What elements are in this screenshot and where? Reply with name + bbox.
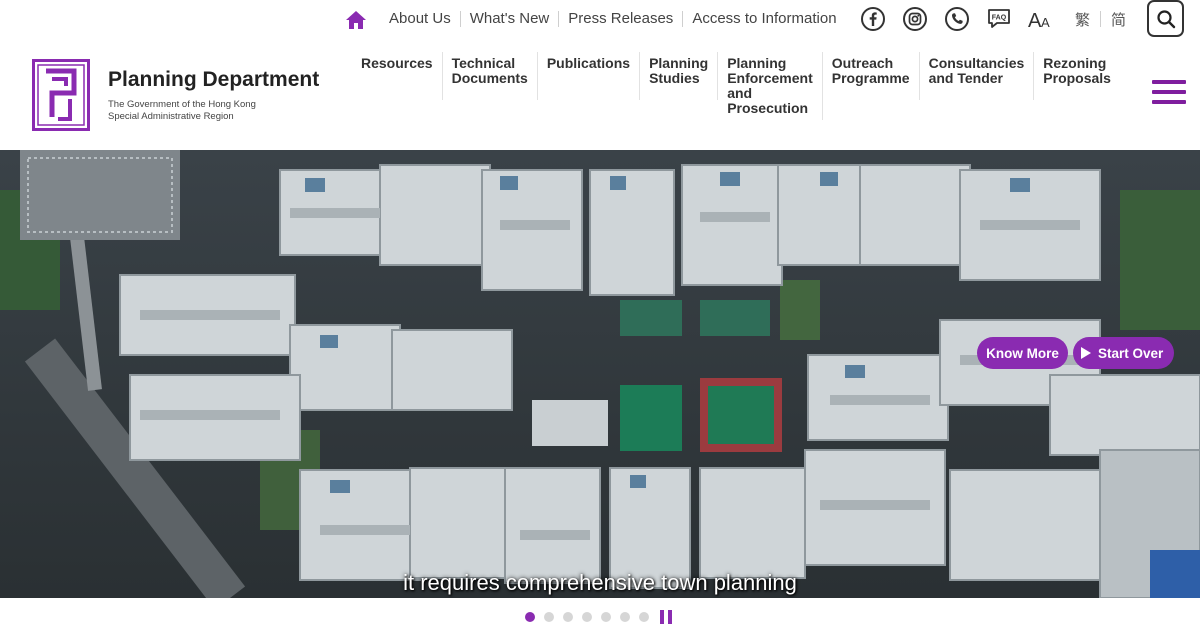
start-over-label: Start Over	[1098, 345, 1164, 361]
nav-label: Technical	[451, 55, 516, 71]
nav-label: Studies	[649, 70, 700, 86]
nav-planning-studies[interactable]: Planning Studies	[640, 52, 719, 100]
carousel-dots	[525, 612, 658, 622]
carousel-dot[interactable]	[563, 612, 573, 622]
search-button[interactable]	[1147, 0, 1184, 37]
pause-bar	[668, 610, 672, 624]
main-navigation: Resources Technical Documents Publicatio…	[352, 52, 1120, 120]
department-title[interactable]: Planning Department	[108, 68, 319, 92]
nav-technical-documents[interactable]: Technical Documents	[443, 52, 538, 100]
utility-links: About Us What's New Press Releases Acces…	[380, 0, 846, 38]
nav-label: Programme	[831, 70, 910, 86]
instagram-icon[interactable]	[897, 1, 933, 37]
nav-label: Publications	[546, 55, 631, 71]
phone-icon[interactable]	[939, 1, 975, 37]
know-more-button[interactable]: Know More	[977, 337, 1068, 369]
hamburger-bar	[1152, 90, 1186, 94]
carousel-dot[interactable]	[620, 612, 630, 622]
nav-label: Outreach	[831, 55, 894, 71]
play-icon	[1081, 347, 1091, 359]
nav-rezoning-proposals[interactable]: Rezoning Proposals	[1034, 52, 1120, 100]
aerial-city-image	[0, 150, 1200, 598]
whats-new-link[interactable]: What's New	[461, 11, 560, 27]
carousel-dot[interactable]	[525, 612, 535, 622]
nav-label: Proposals	[1043, 70, 1111, 86]
pause-icon[interactable]	[660, 610, 672, 624]
nav-label: and	[727, 85, 753, 101]
carousel-dot[interactable]	[582, 612, 592, 622]
nav-label: Planning	[649, 55, 709, 71]
video-caption: it requires comprehensive town planning	[403, 570, 797, 595]
nav-planning-enforcement[interactable]: Planning Enforcement and Prosecution	[718, 52, 823, 120]
faq-icon[interactable]: FAQ	[981, 1, 1017, 37]
nav-label: Resources	[361, 55, 433, 71]
nav-outreach-programme[interactable]: Outreach Programme	[823, 52, 920, 100]
hamburger-bar	[1152, 100, 1186, 104]
nav-label: Enforcement	[727, 70, 813, 86]
nav-label: Consultancies	[928, 55, 1025, 71]
carousel-dot[interactable]	[544, 612, 554, 622]
department-subtitle: The Government of the Hong Kong Special …	[108, 99, 308, 123]
hero-banner: Know More Start Over it requires compreh…	[0, 150, 1200, 598]
nav-label: Rezoning	[1043, 55, 1107, 71]
nav-label: Documents	[451, 70, 528, 86]
department-logo[interactable]	[32, 59, 90, 131]
font-size-icon[interactable]: AA	[1023, 1, 1059, 37]
language-simplified-chinese[interactable]: 简	[1111, 9, 1126, 30]
svg-text:FAQ: FAQ	[992, 15, 1007, 22]
hamburger-bar	[1152, 80, 1186, 84]
facebook-icon[interactable]	[855, 1, 891, 37]
nav-publications[interactable]: Publications	[538, 52, 641, 100]
nav-label: Prosecution	[727, 100, 809, 116]
nav-resources[interactable]: Resources	[352, 52, 443, 100]
svg-text:A: A	[1041, 15, 1050, 30]
nav-label: Planning	[727, 55, 787, 71]
subtitle-line-2: Special Administrative Region	[108, 111, 234, 122]
pause-bar	[660, 610, 664, 624]
hamburger-menu-icon[interactable]	[1152, 80, 1186, 108]
start-over-button[interactable]: Start Over	[1073, 337, 1174, 369]
subtitle-line-1: The Government of the Hong Kong	[108, 99, 256, 110]
home-icon[interactable]	[344, 9, 368, 31]
search-icon	[1156, 9, 1175, 28]
about-us-link[interactable]: About Us	[380, 11, 461, 27]
carousel-dot[interactable]	[639, 612, 649, 622]
press-releases-link[interactable]: Press Releases	[559, 11, 684, 27]
svg-text:A: A	[1028, 10, 1042, 32]
language-divider	[1100, 11, 1102, 27]
utility-bar: About Us What's New Press Releases Acces…	[0, 0, 1200, 42]
carousel-dot[interactable]	[601, 612, 611, 622]
utility-icons: FAQ AA 繁 简	[855, 0, 1136, 38]
nav-label: and Tender	[928, 70, 1003, 86]
language-traditional-chinese[interactable]: 繁	[1075, 9, 1090, 30]
access-to-information-link[interactable]: Access to Information	[683, 11, 845, 27]
nav-consultancies-tender[interactable]: Consultancies and Tender	[920, 52, 1035, 100]
